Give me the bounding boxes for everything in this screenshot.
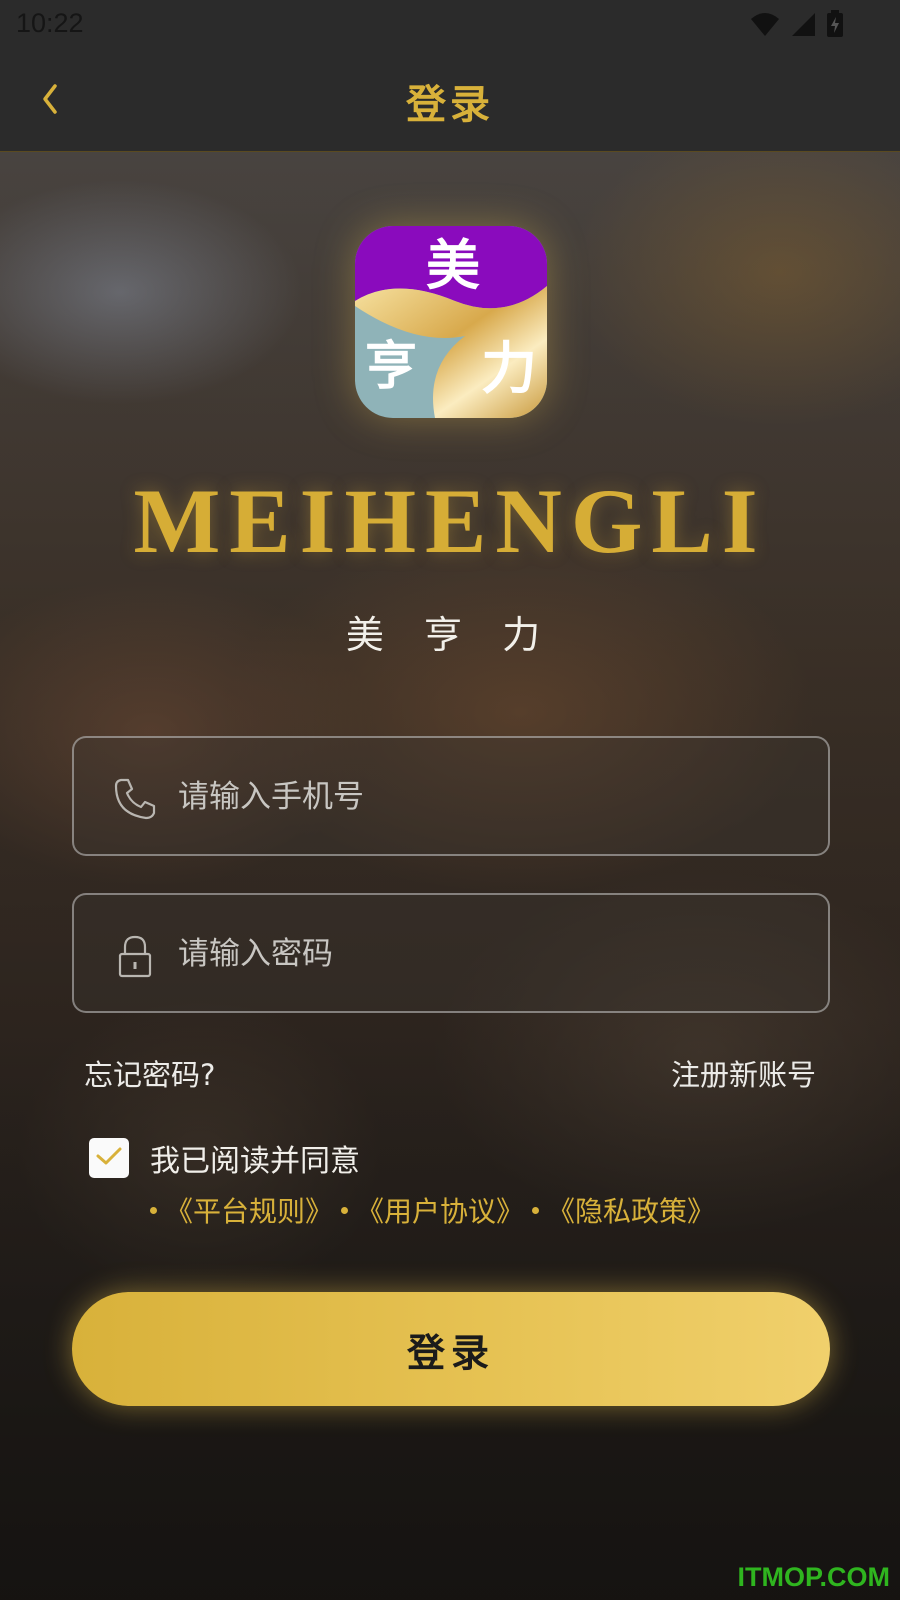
register-link[interactable]: 注册新账号 [671, 1052, 816, 1094]
brand-name: MEIHENGLI [133, 470, 767, 572]
signal-icon [790, 11, 816, 41]
watermark: ITMOP.COM [737, 1562, 890, 1592]
privacy-policy-link[interactable]: 《隐私政策》 [547, 1190, 715, 1230]
battery-icon [826, 10, 844, 42]
phone-icon [112, 776, 158, 822]
logo-char-heng: 亨 [365, 336, 417, 397]
status-bar: 10:22 [0, 0, 900, 50]
bullet-dot [150, 1206, 157, 1214]
password-input[interactable] [178, 921, 798, 987]
bullet-dot [532, 1206, 540, 1214]
check-icon [95, 1145, 123, 1171]
agree-checkbox[interactable] [89, 1138, 129, 1178]
phone-input[interactable] [178, 764, 798, 830]
phone-field [72, 736, 830, 856]
wifi-icon [750, 11, 780, 41]
status-icons [750, 10, 844, 42]
login-screen: 10:22 登录 美 亨 力 MEIHENGLI 美 亨 力 请输入手机号 忘记… [0, 0, 900, 1600]
bullet-dot [341, 1206, 349, 1214]
logo-char-li: 力 [481, 336, 537, 402]
logo-char-mei: 美 [426, 233, 480, 297]
status-time: 10:22 [16, 8, 84, 38]
user-agreement-link[interactable]: 《用户协议》 [356, 1190, 524, 1230]
app-logo: 美 亨 力 [355, 226, 547, 418]
agree-label: 我已阅读并同意 [150, 1144, 360, 1179]
login-button[interactable]: 登录 [72, 1292, 830, 1406]
page-title: 登录 [406, 82, 494, 128]
platform-rules-link[interactable]: 《平台规则》 [165, 1190, 333, 1230]
policy-links: 《平台规则》 《用户协议》 《隐私政策》 [148, 1190, 721, 1230]
lock-icon [112, 933, 158, 979]
password-field [72, 893, 830, 1013]
brand-subtitle: 美 亨 力 [345, 613, 555, 657]
forgot-password-link[interactable]: 忘记密码? [84, 1052, 215, 1094]
top-nav-bar: 登录 [0, 50, 900, 152]
